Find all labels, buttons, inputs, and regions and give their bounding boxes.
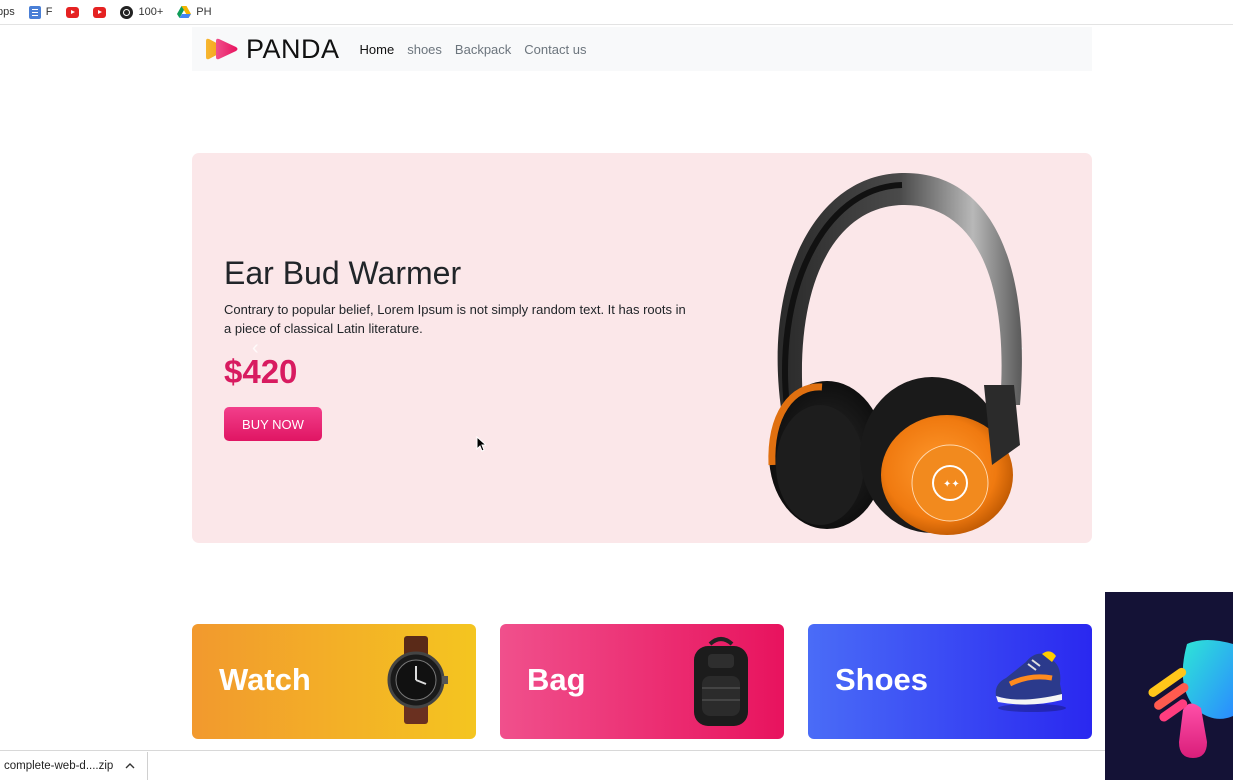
drive-icon: [177, 6, 192, 18]
bookmark-label: 100+: [138, 6, 164, 18]
bookmark-label: F: [45, 6, 53, 18]
overlay-logo-panel: [1105, 592, 1233, 780]
download-item[interactable]: complete-web-d....zip: [0, 751, 149, 780]
nav-link-backpack[interactable]: Backpack: [455, 42, 511, 57]
panda-logo-icon: [206, 38, 238, 60]
category-label: Bag: [527, 662, 586, 697]
download-filename: complete-web-d....zip: [4, 759, 114, 772]
backpack-image: [694, 637, 748, 726]
download-bar: complete-web-d....zip: [0, 750, 1105, 780]
chevron-up-icon[interactable]: [125, 762, 135, 770]
docs-icon: [28, 5, 41, 19]
bookmark-github[interactable]: 100+: [120, 5, 164, 19]
youtube-icon: [93, 6, 107, 18]
hero-carousel: Ear Bud Warmer Contrary to popular belie…: [192, 153, 1092, 543]
bookmark-youtube-1[interactable]: [66, 6, 80, 18]
hero-title: Ear Bud Warmer: [224, 255, 462, 291]
nav-link-home[interactable]: Home: [360, 42, 395, 57]
category-card-shoes[interactable]: Shoes: [808, 624, 1092, 739]
bookmarks-bar: pps F 100+ PH: [0, 0, 1233, 25]
mouse-cursor-icon: [476, 436, 486, 452]
bookmark-docs[interactable]: F: [28, 5, 53, 19]
bookmark-apps[interactable]: pps: [0, 6, 15, 18]
brand[interactable]: PANDA: [204, 34, 340, 65]
category-label: Shoes: [835, 662, 929, 697]
bookmark-label: pps: [0, 6, 15, 18]
chevron-left-icon[interactable]: ‹: [252, 337, 259, 360]
watch-image: [387, 636, 448, 724]
category-card-bag[interactable]: Bag: [500, 624, 784, 739]
category-label: Watch: [219, 662, 311, 697]
brand-name: PANDA: [246, 33, 340, 64]
nav-link-contact[interactable]: Contact us: [524, 42, 586, 57]
github-icon: [120, 5, 134, 19]
youtube-icon: [66, 6, 80, 18]
svg-text:✦✦: ✦✦: [943, 479, 960, 490]
nav-link-shoes[interactable]: shoes: [407, 42, 442, 57]
navbar: PANDA Home shoes Backpack Contact us: [192, 27, 1092, 71]
buy-now-button[interactable]: BUY NOW: [224, 407, 322, 441]
category-card-watch[interactable]: Watch: [192, 624, 476, 739]
sneaker-image: [995, 651, 1066, 712]
bookmark-label: PH: [196, 6, 212, 18]
bookmark-youtube-2[interactable]: [93, 6, 107, 18]
hero-price: $420: [224, 353, 298, 390]
bookmark-drive[interactable]: PH: [177, 6, 212, 18]
headphones-image: ✦✦: [768, 172, 1022, 535]
app-logo-icon: [1148, 640, 1233, 758]
hero-description: Contrary to popular belief, Lorem Ipsum …: [224, 302, 686, 336]
